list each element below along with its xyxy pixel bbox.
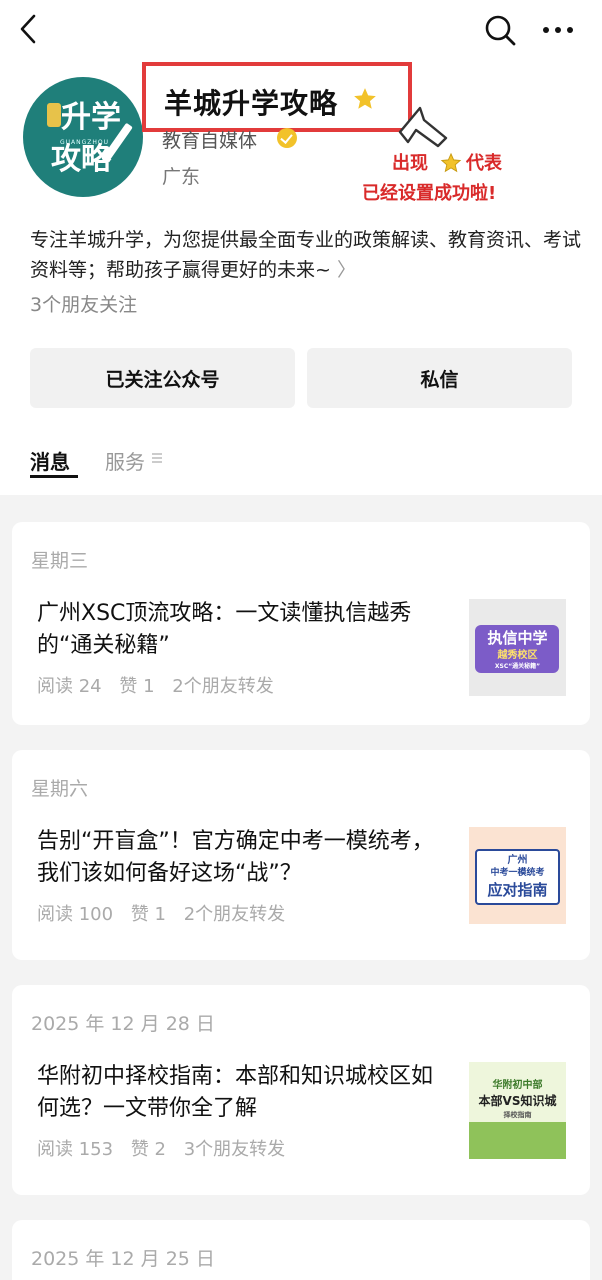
chevron-right-icon: 〉 [336, 259, 356, 281]
more-button[interactable] [538, 14, 578, 46]
article-card[interactable]: 星期六 告别“开盲盒”！官方确定中考一模统考，我们该如何备好这场“战”？ 阅读 … [12, 750, 590, 960]
article-thumbnail: 执信中学 越秀校区 XSC“通关秘籍” [469, 599, 566, 696]
thumbnail-line1: 华附初中部 [492, 1080, 543, 1091]
account-name: 羊城升学攻略 [164, 87, 339, 120]
article-meta: 阅读 153 赞 2 3个朋友转发 [37, 1135, 297, 1161]
article-title: 告别“开盲盒”！官方确定中考一模统考，我们该如何备好这场“战”？ [37, 829, 434, 886]
account-category: 教育自媒体 [162, 130, 258, 152]
article-likes: 赞 2 [130, 1139, 166, 1160]
thumbnail-line3: 择校指南 [503, 1111, 532, 1119]
article-meta: 阅读 100 赞 1 2个朋友转发 [37, 900, 297, 926]
star-icon [440, 152, 462, 173]
tab-active-indicator [30, 475, 78, 478]
back-icon [20, 14, 36, 44]
star-icon [354, 88, 376, 109]
account-avatar[interactable]: 升学 GUANGZHOU 攻略 [23, 77, 143, 197]
back-button[interactable] [14, 12, 46, 46]
search-button[interactable] [482, 12, 518, 48]
article-card[interactable]: 2025 年 12 月 25 日 [12, 1220, 590, 1280]
article-meta: 阅读 24 赞 1 2个朋友转发 [37, 672, 286, 698]
thumbnail-line3: 应对指南 [487, 881, 548, 899]
account-description[interactable]: 专注羊城升学，为您提供最全面专业的政策解读、教育资讯、考试资料等；帮助孩子赢得更… [30, 225, 582, 285]
article-card[interactable]: 2025 年 12 月 28 日 华附初中择校指南：本部和知识城校区如何选？一文… [12, 985, 590, 1195]
thumbnail-line2: 中考一模统考 [490, 868, 545, 878]
thumbnail-line2: 本部VS知识城 [478, 1094, 557, 1108]
article-reads: 阅读 24 [37, 676, 102, 697]
description-text: 专注羊城升学，为您提供最全面专业的政策解读、教育资讯、考试资料等；帮助孩子赢得更… [30, 229, 582, 281]
article-date: 星期三 [31, 550, 89, 572]
more-icon [543, 27, 573, 33]
article-title: 华附初中择校指南：本部和知识城校区如何选？一文带你全了解 [37, 1064, 434, 1121]
article-likes: 赞 1 [119, 676, 155, 697]
avatar-tag [47, 103, 61, 127]
message-button[interactable]: 私信 [307, 348, 572, 408]
avatar-line1: 升学 [61, 100, 121, 135]
article-thumbnail: 华附初中部 本部VS知识城 择校指南 [469, 1062, 566, 1159]
cursor-arrow-icon [398, 106, 448, 148]
annotation-line1-post: 代表 [466, 153, 502, 174]
search-icon [485, 15, 516, 46]
thumbnail-line1: 执信中学 [487, 629, 548, 647]
menu-lines-icon[interactable] [151, 452, 163, 464]
message-feed: 星期三 广州XSC顶流攻略：一文读懂执信越秀的“通关秘籍” 阅读 24 赞 1 … [0, 495, 602, 1280]
tab-messages[interactable]: 消息 [30, 446, 70, 475]
annotation-line2: 已经设置成功啦! [362, 183, 497, 204]
article-thumbnail: 广州 中考一模统考 应对指南 [469, 827, 566, 924]
article-shares: 3个朋友转发 [183, 1139, 286, 1160]
article-card[interactable]: 星期三 广州XSC顶流攻略：一文读懂执信越秀的“通关秘籍” 阅读 24 赞 1 … [12, 522, 590, 725]
thumbnail-line1: 广州 [507, 855, 528, 866]
article-date: 2025 年 12 月 28 日 [31, 1013, 215, 1035]
tab-services[interactable]: 服务 [105, 446, 145, 475]
article-likes: 赞 1 [130, 904, 166, 925]
article-date: 星期六 [31, 778, 89, 800]
thumbnail-ground [469, 1122, 566, 1159]
article-reads: 阅读 100 [37, 904, 114, 925]
article-shares: 2个朋友转发 [183, 904, 286, 925]
followed-button[interactable]: 已关注公众号 [30, 348, 295, 408]
annotation-line1-pre: 出现 [392, 153, 428, 174]
article-title: 广州XSC顶流攻略：一文读懂执信越秀的“通关秘籍” [37, 601, 412, 658]
thumbnail-line3: XSC“通关秘籍” [494, 663, 541, 670]
followers-count: 3个朋友关注 [30, 294, 138, 316]
account-region: 广东 [162, 166, 201, 188]
verified-badge-icon [277, 128, 297, 148]
article-reads: 阅读 153 [37, 1139, 114, 1160]
article-date: 2025 年 12 月 25 日 [31, 1248, 215, 1270]
account-name-highlight: 羊城升学攻略 [142, 62, 412, 132]
top-bar [0, 0, 602, 60]
thumbnail-line2: 越秀校区 [497, 650, 538, 661]
article-shares: 2个朋友转发 [172, 676, 274, 697]
